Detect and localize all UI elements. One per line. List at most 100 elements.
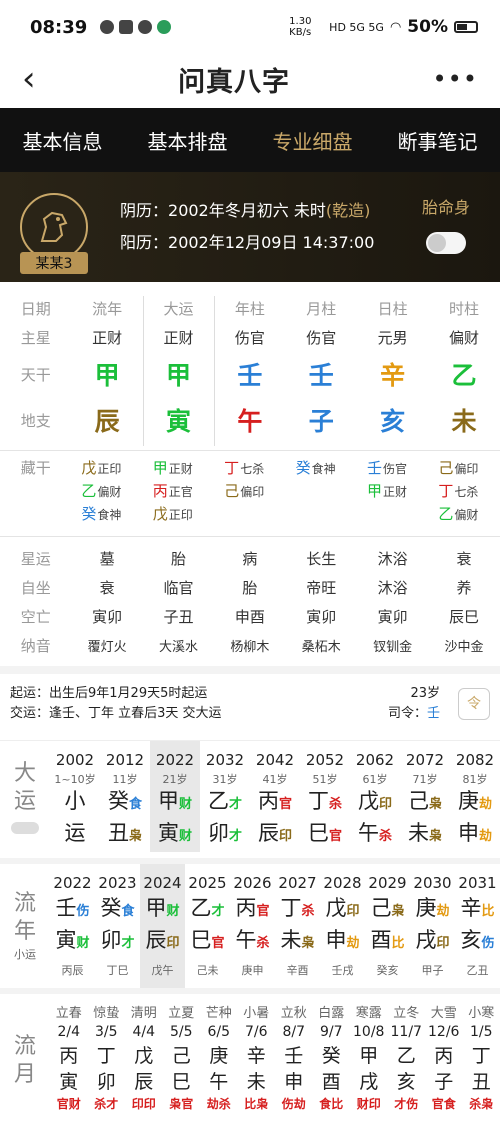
liuyue-column[interactable]: 惊蛰3/5丁卯杀才 (88, 994, 126, 1128)
liunian-column[interactable]: 2023癸食卯才丁巳 (95, 864, 140, 988)
dayun-stem-god: 官 (279, 797, 292, 812)
dayun-toggle[interactable] (11, 822, 39, 834)
canggan-cell: 戊正印乙偏财癸食神 (71, 457, 142, 526)
col-header: 日柱 (357, 298, 428, 319)
liuyue-stem: 己 (163, 1043, 201, 1069)
dayun-branch-god: 杀 (379, 829, 392, 844)
qiyun-notes: 起运：出生后9年1月29天5时起运23岁 交运：逢壬、丁年 立春后3天 交大运司… (0, 666, 500, 734)
liunian-stem-char: 丁 (280, 896, 301, 920)
liuyue-column[interactable]: 立春2/4丙寅官财 (50, 994, 88, 1128)
tab-basic-info[interactable]: 基本信息 (23, 126, 103, 155)
liunian-side-label: 流年小运 (0, 864, 50, 988)
dayun-branch-god: 官 (329, 829, 342, 844)
liuyue-stem: 辛 (238, 1043, 276, 1069)
liuyue-date: 11/7 (388, 1021, 426, 1043)
liunian-year: 2026 (230, 872, 275, 894)
liunian-column[interactable]: 2027丁杀未枭辛酉 (275, 864, 320, 988)
liuyue-gods: 官食 (425, 1095, 463, 1113)
kongwang-cell: 寅卯 (71, 606, 142, 627)
liuyue-date: 12/6 (425, 1021, 463, 1043)
dayun-age: 81岁 (450, 771, 500, 787)
liuyue-stem: 丙 (50, 1043, 88, 1069)
dayun-column[interactable]: 20021~10岁小运 (50, 741, 100, 852)
taiming-toggle[interactable] (426, 232, 466, 254)
dayun-year: 2042 (250, 749, 300, 771)
liunian-year: 2030 (410, 872, 455, 894)
liunian-xiaoyun: 甲子 (410, 962, 455, 978)
zizuo-cell: 胎 (214, 577, 285, 598)
tiangan-cell: 甲 (143, 356, 214, 392)
dayun-branch-char: 午 (358, 821, 379, 845)
liuyue-column[interactable]: 大雪12/6丙子官食 (425, 994, 463, 1128)
liunian-column[interactable]: 2028戊印申劫壬戌 (320, 864, 365, 988)
liuyue-column[interactable]: 清明4/4戊辰印印 (125, 994, 163, 1128)
dayun-column[interactable]: 208281岁庚劫申劫 (450, 741, 500, 852)
dayun-column[interactable]: 205251岁丁杀巳官 (300, 741, 350, 852)
more-icon[interactable]: ••• (433, 65, 478, 93)
liunian-column[interactable]: 2022壬伤寅财丙辰 (50, 864, 95, 988)
liuyue-column[interactable]: 小寒1/5丁丑杀枭 (463, 994, 500, 1128)
liuyue-jieqi: 大雪 (425, 1002, 463, 1021)
liuyue-column[interactable]: 小暑7/6辛未比枭 (238, 994, 276, 1128)
liunian-column[interactable]: 2031辛比亥伤乙丑 (455, 864, 500, 988)
birth-info: 阴历：2002年冬月初六 未时(乾造) 阳历：2002年12月09日 14:37… (120, 195, 374, 259)
liuyue-label-char: 月 (14, 1061, 36, 1089)
dayun-column[interactable]: 204241岁丙官辰印 (250, 741, 300, 852)
dayun-branch-char: 申 (458, 821, 479, 845)
dayun-column[interactable]: 203231岁乙才卯才 (200, 741, 250, 852)
dayun-stem-char: 丙 (258, 789, 279, 813)
liuyue-column[interactable]: 寒露10/8甲戌财印 (350, 994, 388, 1128)
liuyue-column[interactable]: 立秋8/7壬申伤劫 (275, 994, 313, 1128)
liunian-column[interactable]: 2024甲财辰印戊午 (140, 864, 185, 988)
dayun-pillar-branch: 卯才 (200, 819, 250, 851)
liunian-column[interactable]: 2030庚劫戌印甲子 (410, 864, 455, 988)
dayun-branch-god: 财 (179, 829, 192, 844)
dayun-side-label: 大运 (0, 741, 50, 852)
profile-name: 某某3 (20, 252, 88, 274)
kongwang-cell: 申酉 (214, 606, 285, 627)
canggan-god: 食神 (97, 508, 121, 522)
canggan-item: 癸食神 (296, 457, 357, 480)
lunar-label: 阴历： (120, 201, 168, 220)
liuyue-date: 3/5 (88, 1021, 126, 1043)
liuyue-column[interactable]: 立冬11/7乙亥才伤 (388, 994, 426, 1128)
liunian-branch-god: 印 (166, 936, 179, 951)
dizhi-cell: 子 (286, 402, 357, 438)
liunian-year: 2023 (95, 872, 140, 894)
liunian-branch-god: 才 (121, 936, 134, 951)
avatar[interactable] (20, 193, 88, 261)
zhuxing-cell: 正财 (143, 327, 214, 348)
liuyue-jieqi: 惊蛰 (88, 1002, 126, 1021)
dizhi-cell: 辰 (71, 402, 142, 438)
liuyue-column[interactable]: 立夏5/5己巳枭官 (163, 994, 201, 1128)
liunian-column[interactable]: 2029己枭酉比癸亥 (365, 864, 410, 988)
dayun-column[interactable]: 207271岁己枭未枭 (400, 741, 450, 852)
col-header: 年柱 (214, 298, 285, 319)
liunian-year: 2022 (50, 872, 95, 894)
canggan-item: 丙正官 (153, 480, 214, 503)
liuyue-column[interactable]: 白露9/7癸酉食比 (313, 994, 351, 1128)
col-header: 大运 (143, 298, 214, 319)
dayun-pillar-branch: 寅财 (150, 819, 200, 851)
liuyue-column[interactable]: 芒种6/5庚午劫杀 (200, 994, 238, 1128)
tab-pro-chart[interactable]: 专业细盘 (273, 126, 353, 155)
liunian-column[interactable]: 2026丙官午杀庚申 (230, 864, 275, 988)
kongwang-label: 空亡 (0, 606, 71, 627)
liunian-stem-char: 乙 (190, 896, 211, 920)
back-icon[interactable]: ‹ (22, 62, 36, 96)
liuyue-branch: 午 (200, 1069, 238, 1095)
dayun-column[interactable]: 202221岁甲财寅财 (150, 741, 200, 852)
dayun-column[interactable]: 206261岁戊印午杀 (350, 741, 400, 852)
tab-basic-chart[interactable]: 基本排盘 (148, 126, 228, 155)
liunian-branch-god: 印 (436, 936, 449, 951)
liunian-branch-god: 比 (391, 936, 404, 951)
dayun-column[interactable]: 201211岁癸食丑枭 (100, 741, 150, 852)
canggan-item: 甲正财 (367, 480, 428, 503)
liunian-pillar-branch: 寅财 (50, 926, 95, 958)
jiaoyun-label: 交运： (10, 706, 49, 721)
tab-notes[interactable]: 断事笔记 (398, 126, 478, 155)
liuyue-jieqi: 立秋 (275, 1002, 313, 1021)
ling-button[interactable]: 令 (458, 688, 490, 720)
liunian-column[interactable]: 2025乙才巳官己未 (185, 864, 230, 988)
xingyun-cell: 衰 (428, 548, 499, 569)
